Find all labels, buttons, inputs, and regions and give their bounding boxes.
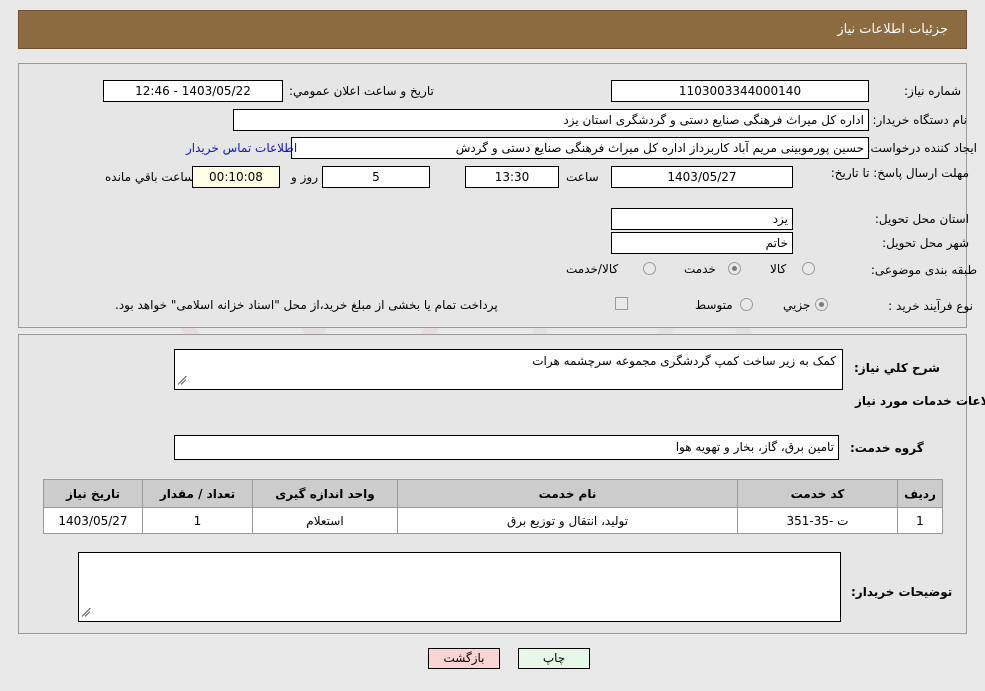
classification-option-goods-service-label: کالا/خدمت (566, 262, 619, 276)
buyer-org-label: نام دستگاه خریدار: (872, 113, 968, 127)
deadline-label: مهلت ارسال پاسخ: تا تاریخ: (830, 166, 969, 180)
resize-grip-icon[interactable] (81, 607, 93, 619)
public-announce-label: تاریخ و ساعت اعلان عمومي: (289, 84, 434, 98)
column-header-quantity: تعداد / مقدار (142, 479, 253, 508)
purchase-type-radio-medium[interactable] (740, 298, 753, 311)
province-label: استان محل تحویل: (874, 212, 969, 226)
buyer-org-value: اداره کل میراث فرهنگی صنایع دستی و گردشگ… (233, 109, 869, 131)
column-header-service-code: کد خدمت (737, 479, 898, 508)
classification-radio-goods-service[interactable] (643, 262, 656, 275)
cell-row-no: 1 (897, 507, 943, 534)
table-header-row: ردیف کد خدمت نام خدمت واحد اندازه گیری ت… (43, 479, 943, 508)
city-value: خاتم (611, 232, 793, 254)
classification-option-goods-label: کالا (770, 262, 787, 276)
purchase-type-option-minor-label: جزیي (783, 298, 811, 312)
islamic-treasury-bonds-note: پرداخت تمام یا بخشی از مبلغ خرید،از محل … (115, 298, 498, 312)
service-group-value: تامین برق، گاز، بخار و تهویه هوا (174, 435, 839, 460)
service-group-label: گروه خدمت: (850, 441, 924, 455)
need-summary-panel (18, 63, 967, 328)
general-description-value: کمک به زیر ساخت کمپ گردشگری مجموعه سرچشم… (532, 354, 836, 368)
resize-grip-icon[interactable] (177, 375, 189, 387)
classification-option-service-label: خدمت (684, 262, 716, 276)
cell-service-name: تولید، انتقال و توزیع برق (397, 507, 738, 534)
page-header: جزئیات اطلاعات نیاز (18, 10, 967, 49)
remaining-days-label: روز و (291, 170, 318, 184)
purchase-type-option-medium-label: متوسط (695, 298, 733, 312)
cell-quantity: 1 (142, 507, 253, 534)
need-number-value: 1103003344000140 (611, 80, 869, 102)
deadline-time-label: ساعت (566, 170, 599, 184)
deadline-date-value: 1403/05/27 (611, 166, 793, 188)
islamic-treasury-bonds-checkbox[interactable] (615, 297, 628, 310)
classification-label: طبقه بندی موضوعی: (870, 263, 977, 277)
need-number-label: شماره نیاز: (904, 84, 961, 98)
column-header-service-name: نام خدمت (397, 479, 738, 508)
services-table: ردیف کد خدمت نام خدمت واحد اندازه گیری ت… (43, 479, 943, 534)
general-description-textarea[interactable]: کمک به زیر ساخت کمپ گردشگری مجموعه سرچشم… (174, 349, 843, 390)
requester-value: حسین پورموبینی مریم آباد کاربرداز اداره … (291, 137, 869, 159)
buyer-notes-label: توضیحات خریدار: (851, 585, 953, 599)
purchase-type-label: نوع فرآیند خرید : (888, 299, 973, 313)
table-row[interactable]: 1 ت -35-351 تولید، انتقال و توزیع برق اس… (43, 507, 943, 534)
remaining-days-value: 5 (322, 166, 430, 188)
province-value: یزد (611, 208, 793, 230)
countdown-label: ساعت باقي مانده (105, 170, 195, 184)
classification-radio-goods[interactable] (802, 262, 815, 275)
cell-unit: استعلام (252, 507, 398, 534)
requester-label: ایجاد کننده درخواست: (866, 141, 977, 155)
city-label: شهر محل تحویل: (882, 236, 969, 250)
column-header-need-date: تاریخ نیاز (43, 479, 143, 508)
general-description-label: شرح کلي نیاز: (854, 361, 940, 375)
cell-need-date: 1403/05/27 (43, 507, 143, 534)
services-info-heading: اطلاعات خدمات مورد نیاز (855, 394, 985, 408)
buyer-contact-link[interactable]: اطلاعات تماس خریدار (186, 137, 297, 159)
cell-service-code: ت -35-351 (737, 507, 898, 534)
classification-radio-service[interactable] (728, 262, 741, 275)
column-header-unit: واحد اندازه گیری (252, 479, 398, 508)
page-title: جزئیات اطلاعات نیاز (837, 22, 948, 37)
countdown-timer-value: 00:10:08 (192, 166, 280, 188)
buyer-notes-textarea[interactable] (78, 552, 841, 622)
purchase-type-radio-minor[interactable] (815, 298, 828, 311)
print-button[interactable]: چاپ (518, 648, 590, 669)
column-header-row-no: ردیف (897, 479, 943, 508)
public-announce-value: 1403/05/22 - 12:46 (103, 80, 283, 102)
deadline-time-value: 13:30 (465, 166, 559, 188)
back-button[interactable]: بازگشت (428, 648, 500, 669)
